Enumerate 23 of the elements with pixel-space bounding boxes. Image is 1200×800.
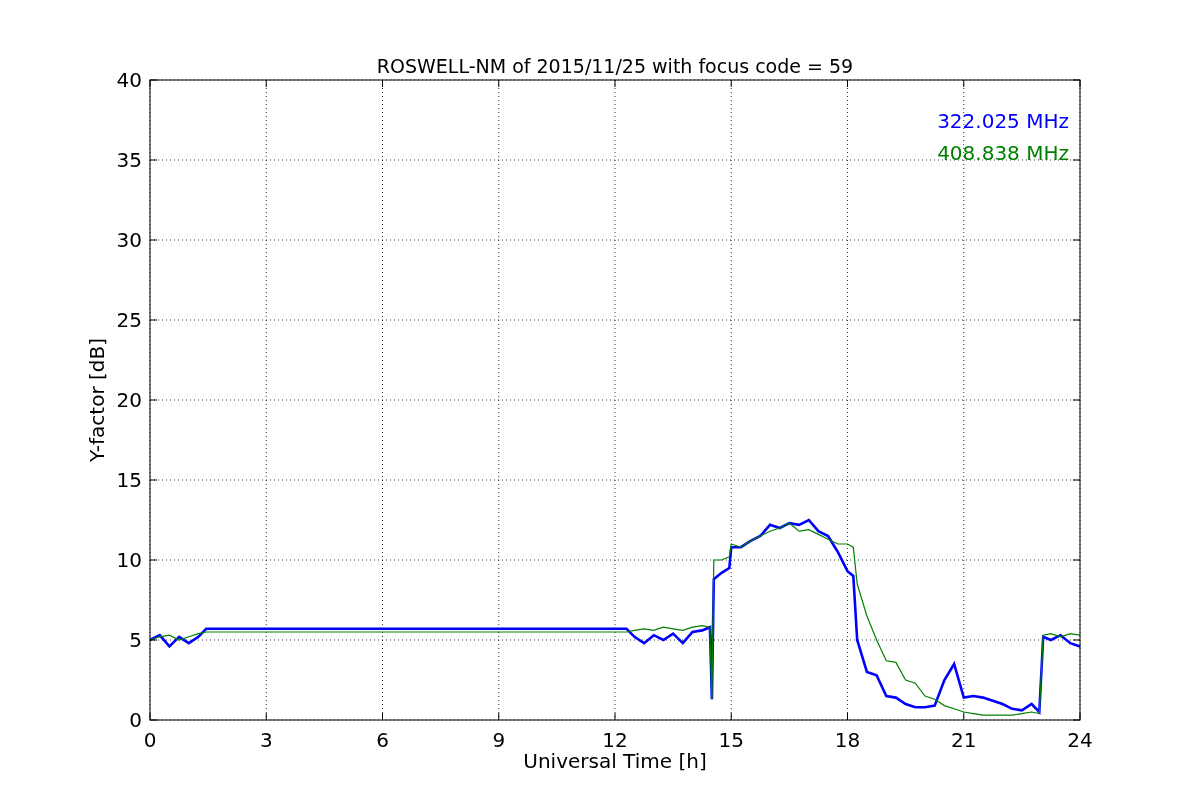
x-tick-label: 21 bbox=[951, 728, 977, 752]
x-tick-label: 12 bbox=[602, 728, 628, 752]
y-tick-label: 25 bbox=[116, 308, 142, 332]
x-tick-label: 24 bbox=[1067, 728, 1093, 752]
y-tick-label: 20 bbox=[116, 388, 142, 412]
legend-label: 322.025 MHz bbox=[937, 109, 1069, 133]
chart-title: ROSWELL-NM of 2015/11/25 with focus code = 59 bbox=[376, 55, 854, 77]
y-axis-label: Y-factor [dB] bbox=[85, 338, 109, 462]
y-tick-label: 30 bbox=[116, 228, 142, 252]
x-tick-label: 18 bbox=[834, 728, 861, 752]
x-tick-label: 3 bbox=[259, 728, 273, 752]
y-tick-label: 0 bbox=[129, 708, 142, 732]
x-axis-label: Universal Time [h] bbox=[523, 749, 707, 773]
y-tick-label: 35 bbox=[116, 148, 142, 172]
y-tick-label: 40 bbox=[116, 68, 142, 92]
x-tick-label: 15 bbox=[718, 728, 744, 752]
x-tick-label: 0 bbox=[143, 728, 157, 752]
x-tick-label: 9 bbox=[492, 728, 506, 752]
y-tick-label: 10 bbox=[116, 548, 142, 572]
y-tick-label: 15 bbox=[116, 468, 142, 492]
legend-label: 408.838 MHz bbox=[937, 141, 1069, 165]
y-tick-label: 5 bbox=[129, 628, 142, 652]
x-tick-label: 6 bbox=[376, 728, 389, 752]
